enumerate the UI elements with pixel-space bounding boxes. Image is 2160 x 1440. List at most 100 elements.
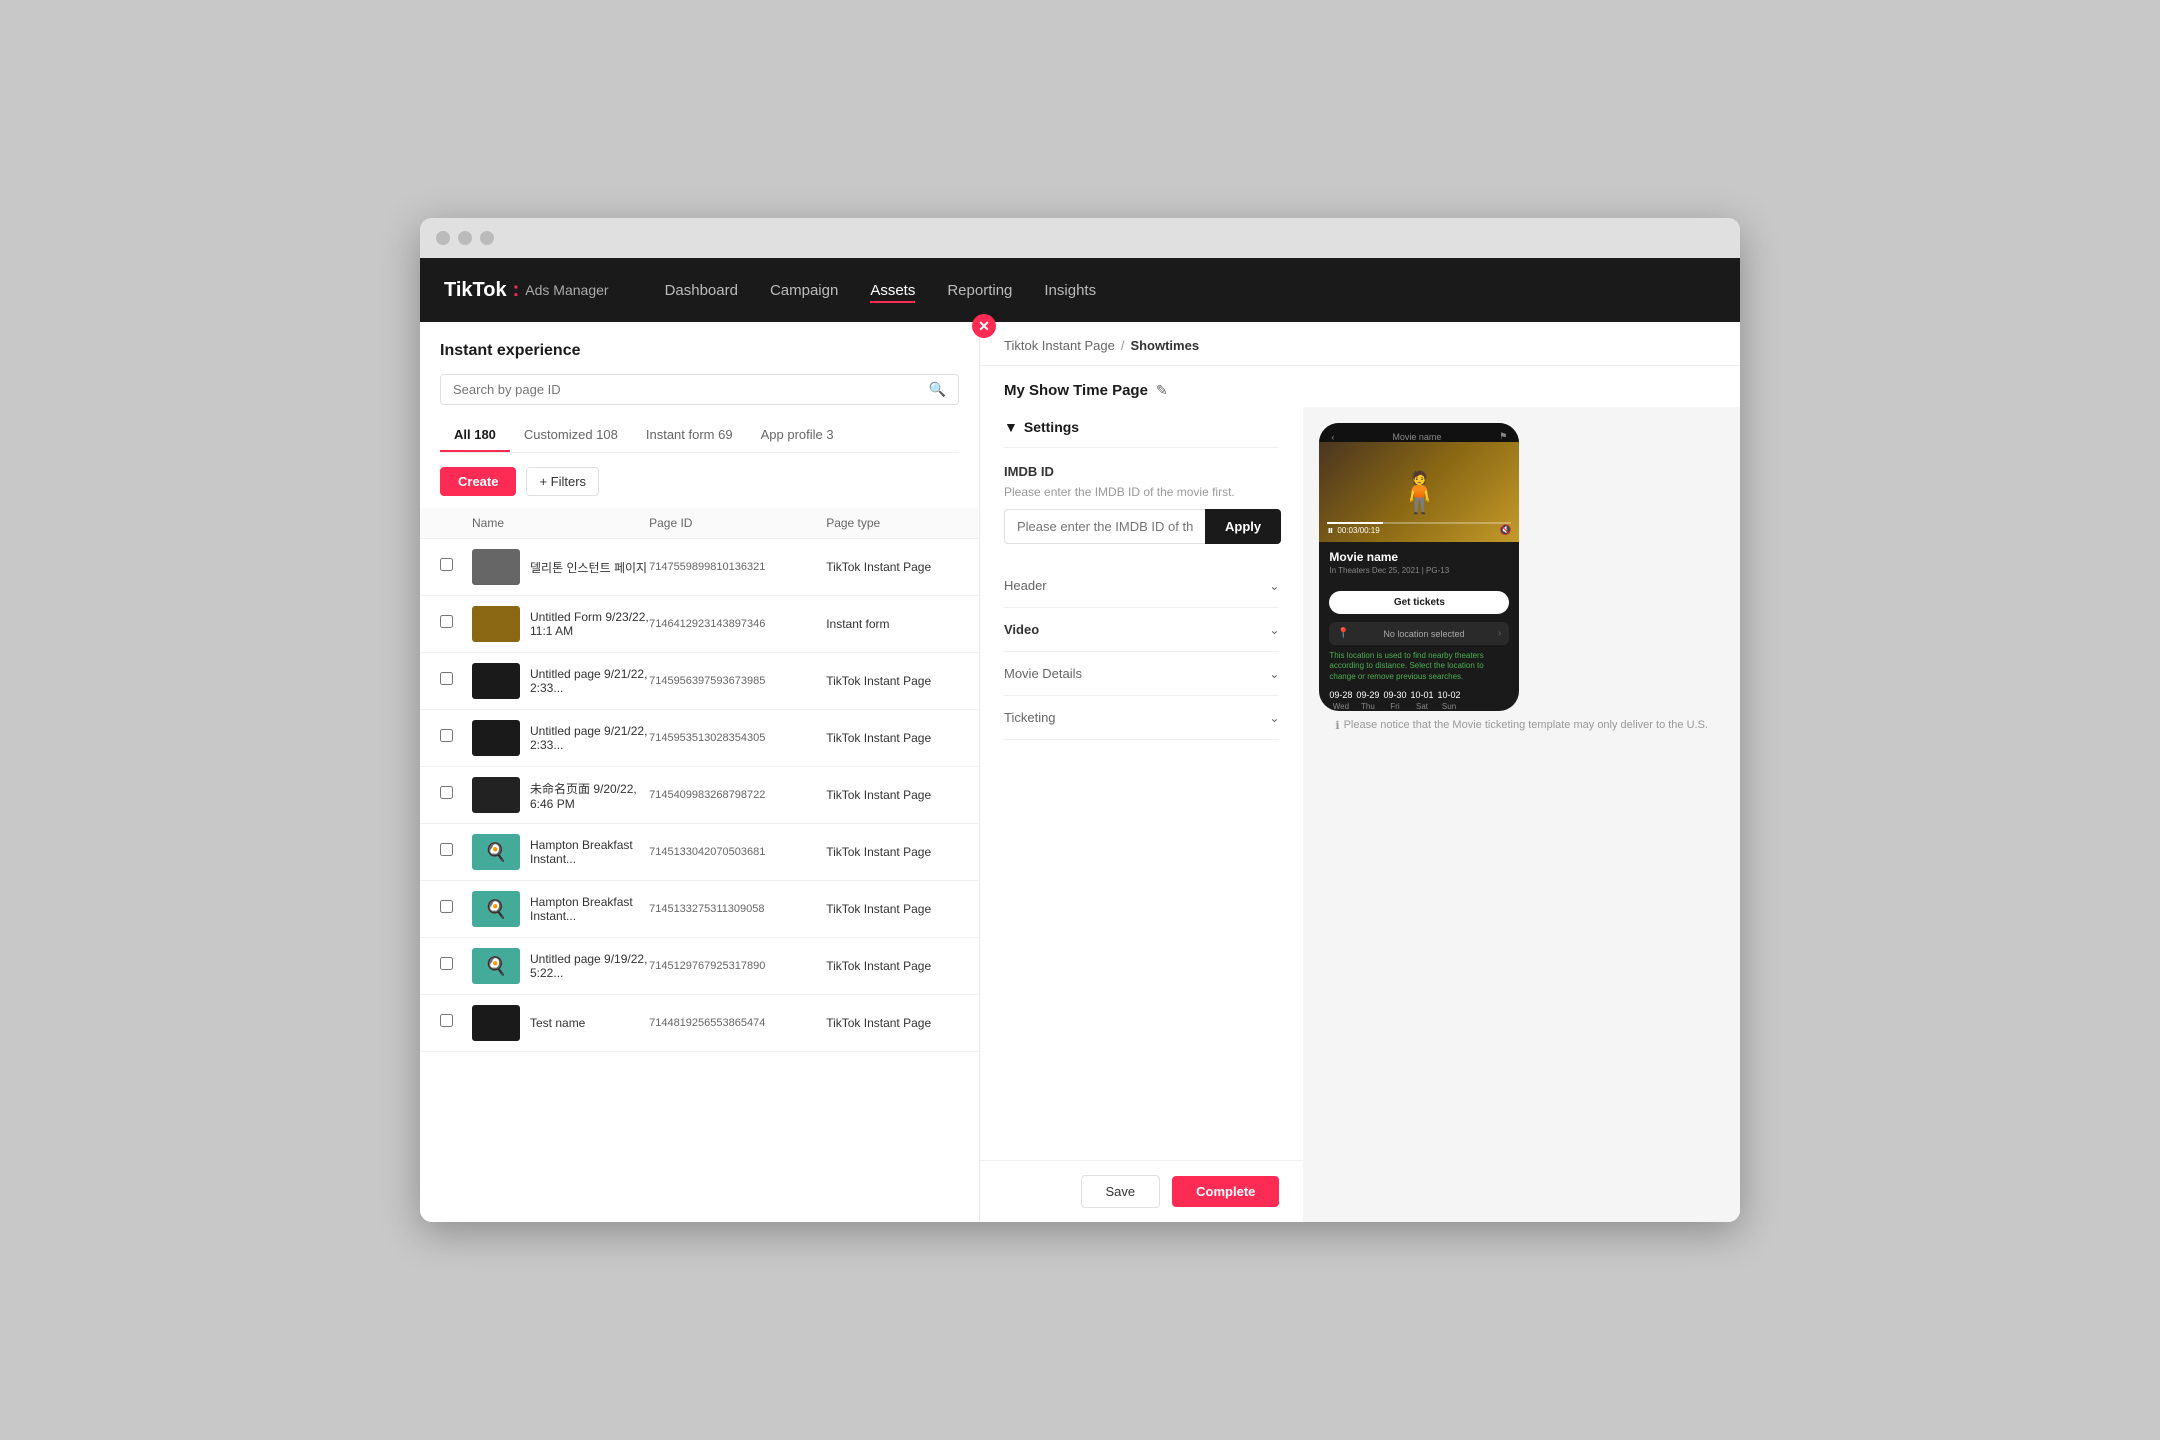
actions-row: Create + Filters <box>420 467 979 508</box>
settings-label: Settings <box>1024 419 1079 435</box>
showtimes-main: ▼ Settings IMDB ID Please enter the IMDB… <box>980 407 1303 1222</box>
filters-button[interactable]: + Filters <box>526 467 599 496</box>
row-checkbox-3[interactable] <box>440 729 472 747</box>
date-num-1: 09-29 <box>1356 690 1379 700</box>
tabs-section: All 180 Customized 108 Instant form 69 A… <box>420 419 979 467</box>
row-name-2: Untitled page 9/21/22, 2:33... <box>472 663 649 699</box>
row-pagetype-0: TikTok Instant Page <box>826 560 959 574</box>
phone-flag-icon: ⚑ <box>1499 431 1507 442</box>
close-btn[interactable] <box>436 231 450 245</box>
left-panel-header: Instant experience 🔍 <box>420 322 979 419</box>
row-name-text-1: Untitled Form 9/23/22, 11:1 AM <box>530 610 649 638</box>
logo-ads-text: Ads Manager <box>525 282 608 298</box>
tab-all[interactable]: All 180 <box>440 419 510 452</box>
nav-reporting[interactable]: Reporting <box>947 278 1012 303</box>
table-row[interactable]: 未命名页面 9/20/22, 6:46 PM 71454099832687987… <box>420 767 979 824</box>
row-name-5: 🍳 Hampton Breakfast Instant... <box>472 834 649 870</box>
complete-button[interactable]: Complete <box>1172 1176 1279 1207</box>
row-pageid-6: 7145133275311309058 <box>649 903 826 915</box>
row-pageid-4: 7145409983268798722 <box>649 789 826 801</box>
row-checkbox-7[interactable] <box>440 957 472 975</box>
date-num-2: 09-30 <box>1383 690 1406 700</box>
row-checkbox-2[interactable] <box>440 672 472 690</box>
row-name-text-0: 델리톤 인스턴트 페이지 <box>530 559 647 576</box>
date-num-3: 10-01 <box>1410 690 1433 700</box>
phone-movie-info: Movie name In Theaters Dec 25, 2021 | PG… <box>1319 542 1519 583</box>
location-pin-icon: 📍 <box>1337 628 1349 639</box>
date-item-3[interactable]: 10-01 Sat <box>1410 690 1433 711</box>
accordion-ticketing-label: Ticketing <box>1004 710 1056 725</box>
minimize-btn[interactable] <box>458 231 472 245</box>
pause-icon[interactable]: ⏸ <box>1327 523 1333 538</box>
row-pageid-3: 7145953513028354305 <box>649 732 826 744</box>
accordion-movie-details-label: Movie Details <box>1004 666 1082 681</box>
nav-campaign[interactable]: Campaign <box>770 278 838 303</box>
top-navigation: TikTok: Ads Manager Dashboard Campaign A… <box>420 258 1740 322</box>
panel-footer: Save Complete <box>980 1160 1303 1222</box>
table-row[interactable]: 🍳 Untitled page 9/19/22, 5:22... 7145129… <box>420 938 979 995</box>
date-item-1[interactable]: 09-29 Thu <box>1356 690 1379 711</box>
search-icon: 🔍 <box>929 381 946 398</box>
settings-section-header: ▼ Settings <box>1004 407 1279 448</box>
table-row[interactable]: Untitled page 9/21/22, 2:33... 714595351… <box>420 710 979 767</box>
row-checkbox-4[interactable] <box>440 786 472 804</box>
imdb-input[interactable] <box>1004 509 1205 544</box>
row-thumbnail-1 <box>472 606 520 642</box>
row-checkbox-0[interactable] <box>440 558 472 576</box>
create-button[interactable]: Create <box>440 467 516 496</box>
right-wrapper: ✕ Tiktok Instant Page / Showtimes My Sho… <box>980 322 1740 1222</box>
tab-instant-form[interactable]: Instant form 69 <box>632 419 747 452</box>
date-item-0[interactable]: 09-28 Wed <box>1329 690 1352 711</box>
close-panel-button[interactable]: ✕ <box>972 314 996 338</box>
edit-icon[interactable]: ✎ <box>1156 382 1168 399</box>
phone-location-text: No location selected <box>1383 629 1464 639</box>
breadcrumb-separator: / <box>1121 338 1125 353</box>
accordion-ticketing[interactable]: Ticketing ⌄ <box>1004 696 1279 740</box>
search-input[interactable] <box>453 382 921 397</box>
table-row[interactable]: 델리톤 인스턴트 페이지 7147559899810136321 TikTok … <box>420 539 979 596</box>
table-row[interactable]: 🍳 Hampton Breakfast Instant... 714513327… <box>420 881 979 938</box>
table-row[interactable]: Untitled Form 9/23/22, 11:1 AM 714641292… <box>420 596 979 653</box>
phone-notice-area: ℹ Please notice that the Movie ticketing… <box>1319 711 1724 748</box>
row-thumbnail-6: 🍳 <box>472 891 520 927</box>
breadcrumb-link[interactable]: Tiktok Instant Page <box>1004 338 1115 353</box>
row-name-7: 🍳 Untitled page 9/19/22, 5:22... <box>472 948 649 984</box>
nav-assets[interactable]: Assets <box>870 278 915 303</box>
tab-customized[interactable]: Customized 108 <box>510 419 632 452</box>
apply-button[interactable]: Apply <box>1205 509 1281 544</box>
row-pageid-5: 7145133042070503681 <box>649 846 826 858</box>
row-checkbox-1[interactable] <box>440 615 472 633</box>
accordion-video[interactable]: Video ⌄ <box>1004 608 1279 652</box>
logo-tiktok-text: TikTok <box>444 279 507 302</box>
row-pagetype-1: Instant form <box>826 617 959 631</box>
table-row[interactable]: 🍳 Hampton Breakfast Instant... 714513304… <box>420 824 979 881</box>
row-name-6: 🍳 Hampton Breakfast Instant... <box>472 891 649 927</box>
row-name-text-6: Hampton Breakfast Instant... <box>530 895 649 923</box>
nav-insights[interactable]: Insights <box>1044 278 1096 303</box>
row-checkbox-5[interactable] <box>440 843 472 861</box>
accordion-movie-details[interactable]: Movie Details ⌄ <box>1004 652 1279 696</box>
accordion-video-label: Video <box>1004 622 1039 637</box>
name-col-header: Name <box>472 516 649 530</box>
row-name-0: 델리톤 인스턴트 페이지 <box>472 549 649 585</box>
volume-icon[interactable]: 🔇 <box>1499 525 1511 536</box>
accordion-header[interactable]: Header ⌄ <box>1004 564 1279 608</box>
row-name-text-5: Hampton Breakfast Instant... <box>530 838 649 866</box>
tab-app-profile[interactable]: App profile 3 <box>747 419 848 452</box>
row-checkbox-6[interactable] <box>440 900 472 918</box>
row-name-3: Untitled page 9/21/22, 2:33... <box>472 720 649 756</box>
table-row[interactable]: Test name 7144819256553865474 TikTok Ins… <box>420 995 979 1052</box>
row-checkbox-8[interactable] <box>440 1014 472 1032</box>
table-row[interactable]: Untitled page 9/21/22, 2:33... 714595639… <box>420 653 979 710</box>
get-tickets-button[interactable]: Get tickets <box>1329 591 1509 614</box>
date-item-4[interactable]: 10-02 Sun <box>1438 690 1461 711</box>
imdb-field-label: IMDB ID <box>1004 464 1279 479</box>
save-button[interactable]: Save <box>1081 1175 1161 1208</box>
page-name-row: My Show Time Page ✎ <box>980 366 1740 407</box>
date-item-2[interactable]: 09-30 Fri <box>1383 690 1406 711</box>
phone-location-arrow: › <box>1498 628 1501 639</box>
phone-location-row[interactable]: 📍 No location selected › <box>1329 622 1509 645</box>
nav-dashboard[interactable]: Dashboard <box>665 278 738 303</box>
maximize-btn[interactable] <box>480 231 494 245</box>
phone-back-icon: ‹ <box>1331 432 1334 442</box>
